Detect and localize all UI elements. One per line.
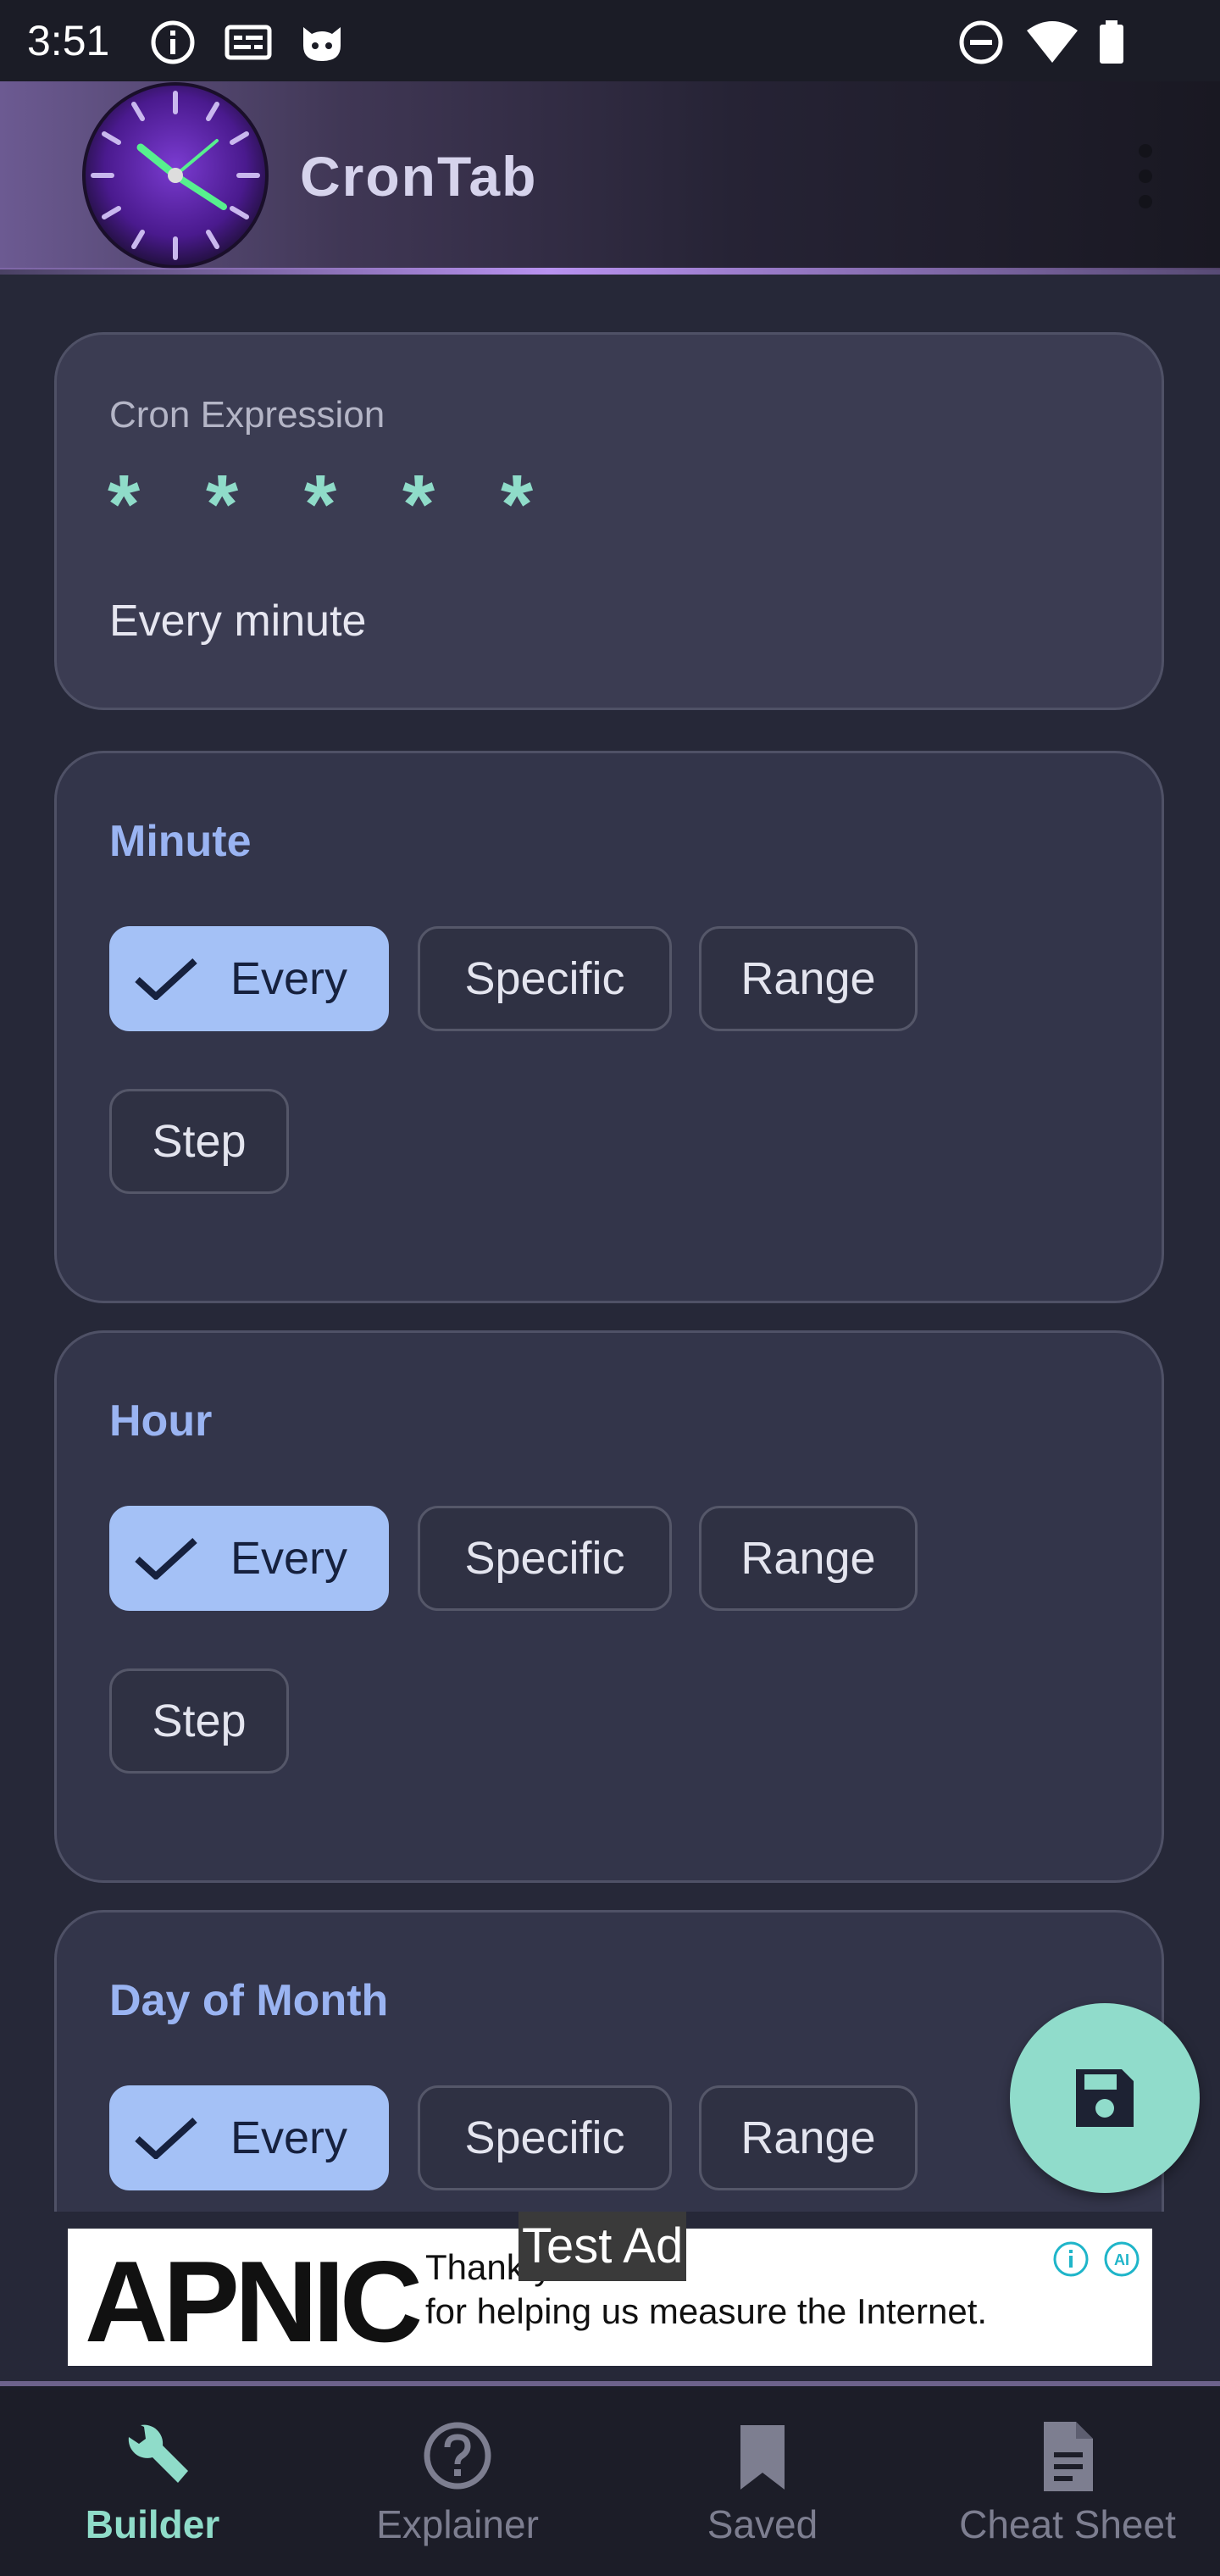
day-of-month-range-chip[interactable]: Range [699,2085,918,2190]
day-of-month-field: * [304,458,337,551]
day-of-week-field: * [501,458,534,551]
ad-text-line-2: for helping us measure the Internet. [425,2291,988,2331]
bookmark-icon [740,2425,785,2490]
chip-label: Range [740,1533,876,1584]
document-icon [1044,2422,1093,2491]
check-icon [135,1538,197,1579]
hour-range-chip[interactable]: Range [699,1506,918,1611]
minute-field: * [108,458,141,551]
hour-specific-chip[interactable]: Specific [418,1506,672,1611]
minute-card: Minute Every Specific Range Step [54,751,1164,1303]
section-title: Day of Month [109,1976,389,2025]
minute-step-chip[interactable]: Step [109,1089,289,1194]
cat-face-icon [303,27,341,61]
svg-text:AI: AI [1114,2251,1129,2268]
hour-card: Hour Every Specific Range Step [54,1330,1164,1883]
hour-every-chip[interactable]: Every [109,1506,389,1611]
month-field: * [402,458,435,551]
hour-field: * [206,458,239,551]
save-icon [1076,2069,1134,2127]
nav-label: Saved [707,2502,818,2546]
do-not-disturb-icon [959,20,1003,64]
chip-label: Every [230,2112,348,2163]
save-fab-button[interactable] [1010,2003,1200,2193]
nav-label: Cheat Sheet [959,2502,1176,2546]
help-icon [424,2422,491,2490]
nav-cheat-sheet[interactable]: Cheat Sheet [915,2386,1220,2576]
ad-logo: APNIC [85,2237,423,2366]
status-time: 3:51 [27,17,110,64]
minute-every-chip[interactable]: Every [109,926,389,1031]
chip-label: Range [740,953,876,1004]
day-of-month-specific-chip[interactable]: Specific [418,2085,672,2190]
ai-icon[interactable]: AI [1101,2239,1142,2279]
cron-expression-fields: * * * * * [108,462,599,547]
info-icon [151,20,195,64]
check-icon [135,958,197,1000]
app-title: CronTab [300,145,538,208]
cron-expression-card: Cron Expression * * * * * Every minute [54,332,1164,710]
battery-icon [1100,20,1123,64]
status-bar: 3:51 [0,0,1220,81]
chip-label: Range [740,2112,876,2163]
chip-label: Specific [464,1533,625,1584]
nav-saved[interactable]: Saved [610,2386,915,2576]
app-bar-divider [0,268,1220,275]
section-title: Minute [109,817,252,866]
hour-step-chip[interactable]: Step [109,1668,289,1774]
cron-expression-label: Cron Expression [109,394,385,436]
section-title: Hour [109,1396,213,1446]
chip-label: Step [152,1696,247,1746]
nav-explainer[interactable]: Explainer [305,2386,610,2576]
info-icon[interactable] [1051,2239,1091,2279]
check-icon [135,2118,197,2159]
chip-label: Step [152,1116,247,1167]
chip-label: Every [230,953,348,1004]
clock-logo-icon [82,82,269,269]
wifi-icon [1027,21,1078,63]
chip-label: Specific [464,2112,625,2163]
minute-specific-chip[interactable]: Specific [418,926,672,1031]
wrench-icon [128,2424,188,2483]
nav-label: Builder [85,2502,220,2546]
test-ad-label: Test Ad [518,2212,687,2281]
day-of-month-every-chip[interactable]: Every [109,2085,389,2190]
nav-builder[interactable]: Builder [0,2386,305,2576]
subtitles-icon [225,25,272,60]
more-vert-icon[interactable] [1127,144,1164,212]
nav-label: Explainer [376,2502,539,2546]
minute-range-chip[interactable]: Range [699,926,918,1031]
bottom-navigation: Builder Explainer Saved Cheat Sheet [0,2386,1220,2576]
cron-description: Every minute [109,597,367,646]
chip-label: Specific [464,953,625,1004]
chip-label: Every [230,1533,348,1584]
